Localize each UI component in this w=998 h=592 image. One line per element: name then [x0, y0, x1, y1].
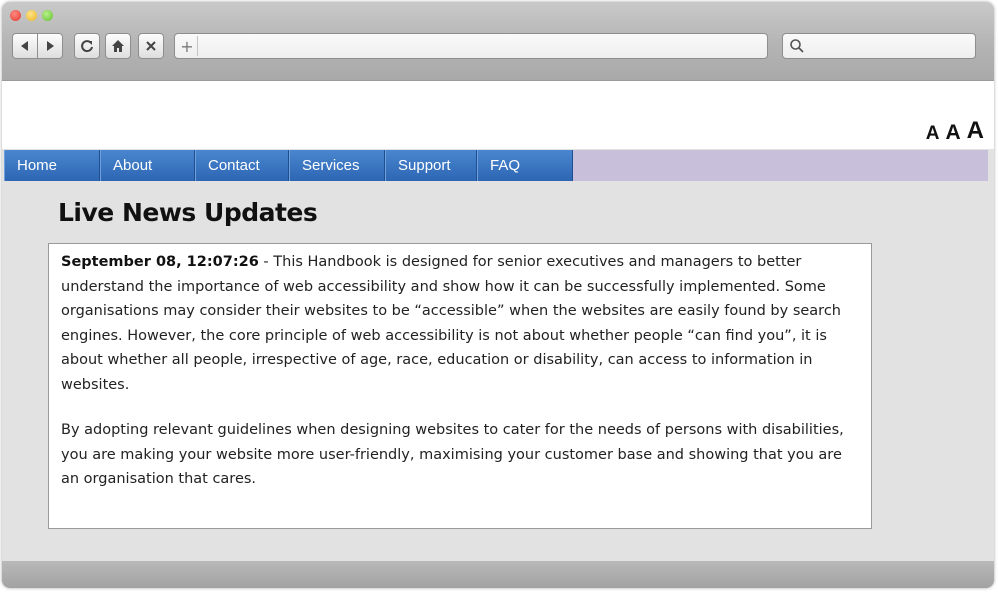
search-icon [790, 39, 804, 53]
text-size-medium-button[interactable]: A [945, 121, 960, 145]
home-icon [112, 40, 124, 52]
nav-item-services[interactable]: Services [289, 150, 385, 181]
nav-menu: Home About Contact Services Support FAQ [4, 150, 573, 181]
text-size-small-button[interactable]: A [926, 123, 940, 145]
page-content: A A A Home About Contact Services Suppor… [2, 81, 994, 561]
news-paragraph-2: By adopting relevant guidelines when des… [61, 422, 844, 487]
minimize-window-button[interactable] [26, 10, 37, 21]
new-tab-icon[interactable]: + [177, 36, 198, 56]
search-field[interactable] [782, 33, 976, 59]
nav-item-contact[interactable]: Contact [195, 150, 289, 181]
forward-button[interactable] [37, 33, 63, 59]
browser-window: + A A A Home About Contact Services Supp… [2, 2, 994, 588]
page-header: A A A [2, 81, 994, 149]
news-separator: - [258, 254, 274, 270]
back-button[interactable] [12, 33, 38, 59]
close-window-button[interactable] [10, 10, 21, 21]
reload-button[interactable] [74, 33, 100, 59]
news-panel: September 08, 12:07:26 - This Handbook i… [48, 243, 872, 529]
stop-button[interactable] [138, 33, 164, 59]
nav-bar: Home About Contact Services Support FAQ [4, 150, 988, 181]
nav-item-support[interactable]: Support [385, 150, 477, 181]
address-bar[interactable]: + [174, 33, 768, 59]
stop-icon [146, 41, 156, 51]
browser-status-bar [2, 561, 994, 588]
nav-item-home[interactable]: Home [4, 150, 100, 181]
back-icon [21, 41, 28, 51]
page-title: Live News Updates [58, 198, 318, 227]
text-size-large-button[interactable]: A [967, 117, 984, 145]
news-paragraph-1: September 08, 12:07:26 - This Handbook i… [61, 250, 859, 397]
browser-toolbar: + [2, 2, 994, 81]
forward-icon [47, 41, 54, 51]
news-timestamp: September 08, 12:07:26 [61, 254, 259, 270]
nav-item-faq[interactable]: FAQ [477, 150, 573, 181]
reload-icon [81, 40, 93, 53]
news-body-1: This Handbook is designed for senior exe… [61, 254, 841, 393]
nav-item-about[interactable]: About [100, 150, 195, 181]
text-size-controls: A A A [926, 117, 984, 145]
home-button[interactable] [105, 33, 131, 59]
zoom-window-button[interactable] [42, 10, 53, 21]
